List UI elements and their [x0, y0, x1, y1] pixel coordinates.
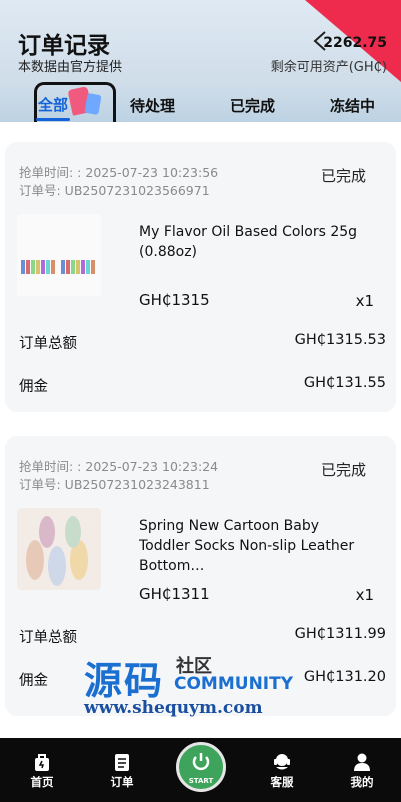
product-image	[17, 214, 101, 296]
watermark-community: COMMUNITY	[174, 674, 294, 694]
page-title: 订单记录	[18, 33, 110, 59]
commission-value: GH₵131.55	[303, 375, 386, 391]
power-icon	[192, 753, 210, 771]
watermark-main: 源码	[84, 659, 165, 703]
nav-support-label: 客服	[270, 775, 294, 789]
balance-label: 剩余可用资产(GH₵)	[270, 60, 387, 75]
user-icon	[354, 753, 370, 771]
product-quantity: x1	[355, 292, 374, 310]
order-icon	[115, 754, 129, 771]
support-icon	[274, 754, 290, 770]
tab-frozen[interactable]: 冻结中	[330, 95, 375, 116]
balance-value: 2262.75	[323, 35, 387, 51]
order-total-value: GH₵1311.99	[294, 626, 386, 642]
commission-value: GH₵131.20	[303, 669, 386, 685]
tab-pending[interactable]: 待处理	[130, 95, 175, 116]
commission-label: 佣金	[19, 673, 48, 689]
order-number: 订单号: UB2507231023566971	[19, 183, 210, 198]
page-subtitle: 本数据由官方提供	[18, 60, 123, 75]
nav-orders-label: 订单	[110, 775, 134, 789]
commission-label: 佣金	[19, 379, 48, 395]
product-image	[17, 508, 101, 590]
order-number: 订单号: UB2507231023243811	[19, 477, 210, 492]
nav-orders[interactable]: 订单	[82, 738, 162, 802]
product-quantity: x1	[355, 586, 374, 604]
order-total-value: GH₵1315.53	[294, 332, 386, 348]
product-name: Spring New Cartoon Baby Toddler Socks No…	[139, 518, 355, 574]
product-price: GH₵1311	[139, 585, 210, 603]
home-icon	[35, 754, 49, 771]
nav-support[interactable]: 客服	[242, 738, 322, 802]
nav-home-label: 首页	[30, 775, 54, 789]
order-total-label: 订单总额	[19, 336, 77, 352]
order-card[interactable]: 抢单时间: : 2025-07-23 10:23:56 订单号: UB25072…	[5, 142, 396, 412]
order-status: 已完成	[320, 167, 366, 185]
tab-completed[interactable]: 已完成	[230, 95, 275, 116]
nav-profile[interactable]: 我的	[322, 738, 401, 802]
order-time: 抢单时间: : 2025-07-23 10:23:56	[19, 165, 219, 180]
nav-profile-label: 我的	[350, 775, 374, 789]
start-label: START	[188, 777, 214, 785]
product-price: GH₵1315	[139, 291, 210, 309]
tab-active-indicator	[36, 118, 70, 121]
order-status: 已完成	[320, 461, 366, 479]
order-total-label: 订单总额	[19, 630, 77, 646]
watermark-url: www.shequym.com	[84, 698, 263, 718]
tab-all[interactable]: 全部	[38, 94, 68, 115]
order-list: 抢单时间: : 2025-07-23 10:23:56 订单号: UB25072…	[0, 122, 401, 738]
watermark: 源码 社区 COMMUNITY www.shequym.com	[84, 650, 314, 720]
nav-home[interactable]: 首页	[2, 738, 82, 802]
product-name: My Flavor Oil Based Colors 25g (0.88oz)	[139, 224, 358, 260]
order-time: 抢单时间: : 2025-07-23 10:23:24	[19, 459, 219, 474]
start-button[interactable]: START	[176, 742, 226, 792]
